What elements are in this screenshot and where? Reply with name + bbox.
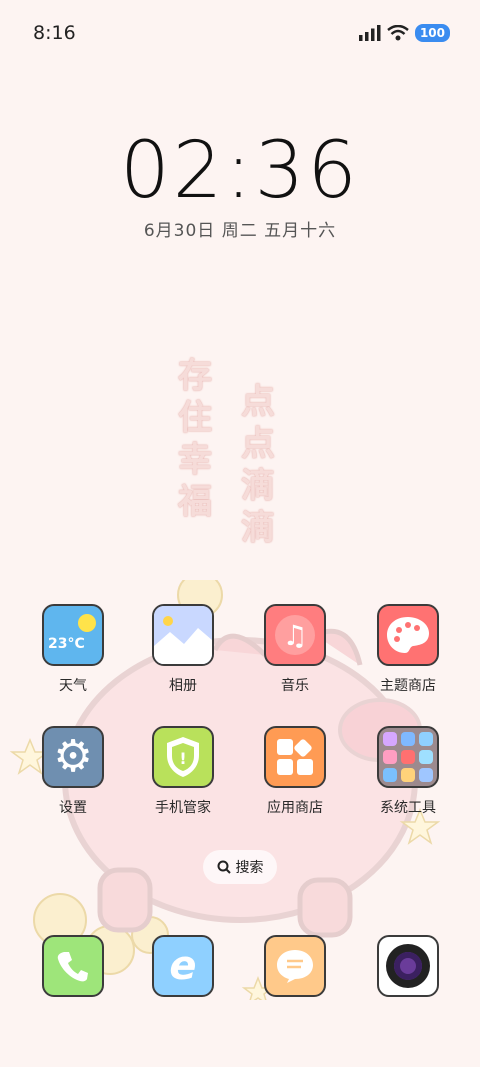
poem-char: 幸 <box>178 440 212 480</box>
signal-icon <box>358 25 381 41</box>
wallpaper-poem-right: 点 点 滴 滴 <box>241 382 275 548</box>
app-weather[interactable]: 23°C 天气 <box>18 604 128 695</box>
weather-temp: 23°C <box>48 636 85 652</box>
app-theme-store[interactable]: 主题商店 <box>353 604 463 695</box>
status-bar: 8:16 100 <box>0 0 480 68</box>
poem-char: 滴 <box>241 466 275 506</box>
palette-icon[interactable] <box>377 604 439 666</box>
music-icon[interactable]: ♫ <box>264 604 326 666</box>
dock-phone[interactable] <box>18 935 128 997</box>
status-icons: 100 <box>358 24 450 42</box>
dock-camera[interactable] <box>353 935 463 997</box>
app-app-store[interactable]: 应用商店 <box>240 726 350 817</box>
app-music[interactable]: ♫ 音乐 <box>240 604 350 695</box>
poem-char: 滴 <box>241 508 275 548</box>
app-settings[interactable]: ⚙ 设置 <box>18 726 128 817</box>
search-button[interactable]: 搜索 <box>203 850 277 884</box>
camera-icon[interactable] <box>377 935 439 997</box>
dock-messages[interactable] <box>240 935 350 997</box>
app-system-tools[interactable]: 系统工具 <box>353 726 463 817</box>
app-label: 设置 <box>59 800 87 816</box>
poem-char: 存 <box>178 356 212 396</box>
wallpaper-poem-left: 存 住 幸 福 <box>178 356 212 522</box>
clock-widget-time[interactable]: 02:36 <box>0 126 480 216</box>
status-time: 8:16 <box>33 22 76 44</box>
app-store-icon[interactable] <box>264 726 326 788</box>
app-gallery[interactable]: 相册 <box>128 604 238 695</box>
app-label: 相册 <box>169 678 197 694</box>
phone-icon[interactable] <box>42 935 104 997</box>
svg-text:!: ! <box>179 749 186 768</box>
search-label: 搜索 <box>235 860 264 876</box>
app-label: 应用商店 <box>267 800 323 816</box>
app-security[interactable]: ! 手机管家 <box>128 726 238 817</box>
wifi-icon <box>387 25 409 41</box>
dock-browser[interactable]: e <box>128 935 238 997</box>
search-icon <box>217 860 231 874</box>
poem-char: 点 <box>241 382 275 422</box>
app-label: 系统工具 <box>380 800 436 816</box>
poem-char: 福 <box>178 482 212 522</box>
gallery-icon[interactable] <box>152 604 214 666</box>
messages-icon[interactable] <box>264 935 326 997</box>
app-label: 音乐 <box>281 678 309 694</box>
poem-char: 住 <box>178 398 212 438</box>
folder-icon[interactable] <box>377 726 439 788</box>
weather-icon[interactable]: 23°C <box>42 604 104 666</box>
browser-icon[interactable]: e <box>152 935 214 997</box>
app-label: 天气 <box>59 678 87 694</box>
battery-icon: 100 <box>414 24 450 42</box>
app-label: 手机管家 <box>155 800 211 816</box>
clock-widget-date: 6月30日 周二 五月十六 <box>143 221 337 241</box>
gear-icon[interactable]: ⚙ <box>42 726 104 788</box>
shield-icon[interactable]: ! <box>152 726 214 788</box>
poem-char: 点 <box>241 424 275 464</box>
app-label: 主题商店 <box>380 678 436 694</box>
